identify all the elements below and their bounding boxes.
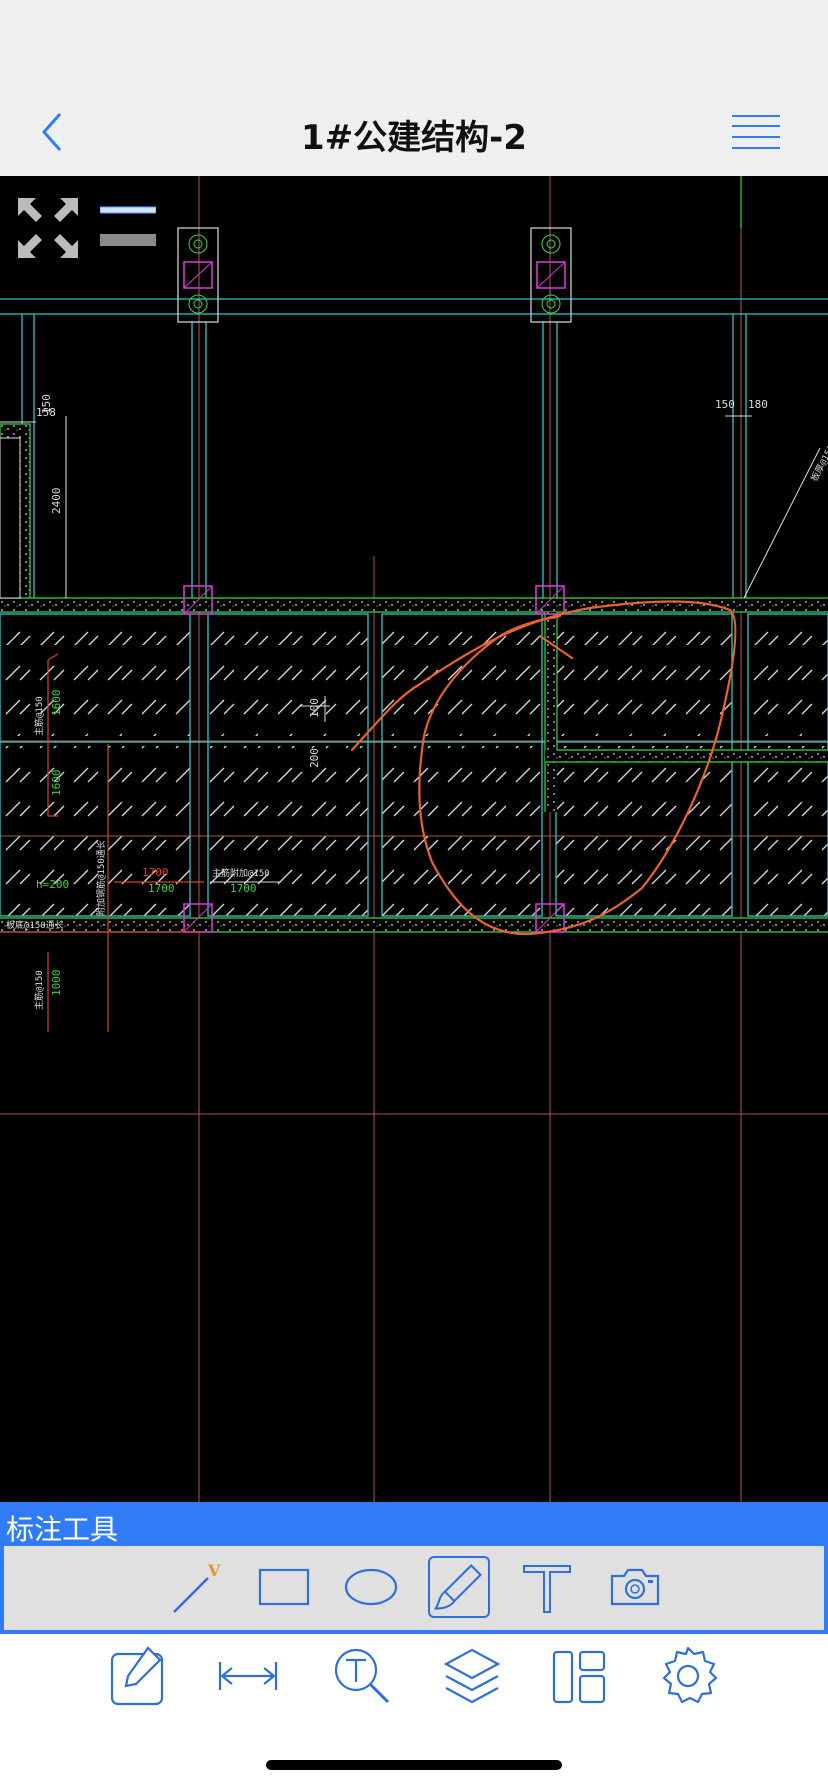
measure-icon — [218, 1662, 278, 1690]
layers-button[interactable] — [440, 1644, 504, 1708]
fit-screen-button[interactable] — [16, 196, 80, 260]
measure-button[interactable] — [216, 1644, 280, 1708]
note-extra-bar: 附加钢筋@150通长 — [95, 840, 107, 916]
dim-200: 200 — [308, 748, 321, 768]
line-tool-button[interactable]: V — [168, 1556, 230, 1618]
note-slab-thickness: 板厚@150 — [808, 443, 828, 484]
dim-2400: 2400 — [50, 488, 63, 515]
hamburger-menu-icon — [732, 115, 780, 149]
dim-150-left: 150 — [40, 394, 53, 414]
dim-1600-b: 1600 — [50, 770, 63, 797]
chevron-left-icon — [41, 113, 62, 151]
settings-icon — [662, 1646, 718, 1704]
rectangle-tool-button[interactable] — [252, 1556, 314, 1618]
back-button[interactable] — [32, 106, 80, 158]
home-indicator — [266, 1760, 562, 1770]
camera-tool-button[interactable] — [604, 1556, 666, 1618]
ellipse-tool-button[interactable] — [340, 1556, 402, 1618]
dim-1700-a: 1700 — [148, 882, 175, 895]
note-main-bar-b: 主筋@150 — [33, 970, 45, 1010]
dim-100: 100 — [308, 698, 321, 718]
menu-button[interactable] — [730, 112, 782, 152]
settings-button[interactable] — [656, 1644, 720, 1708]
text-tool-button[interactable] — [516, 1556, 578, 1618]
annotation-tool-row: V — [4, 1546, 824, 1630]
line-weight-thin-icon — [99, 206, 157, 214]
camera-icon — [610, 1568, 660, 1606]
cad-drawing[interactable]: 158 150 2400 150 180 100 200 1600 1600 1… — [0, 176, 828, 1502]
line-tool-icon: V — [173, 1561, 221, 1613]
tool-panel-title: 标注工具 — [6, 1513, 119, 1546]
text-tool-icon — [523, 1565, 571, 1613]
thin-line-weight-button[interactable] — [99, 202, 157, 214]
dim-1700-red: 1700 — [142, 866, 169, 879]
line-weight-thick-icon — [100, 234, 156, 246]
dim-150-right: 150 — [715, 398, 735, 411]
dim-1600-a: 1600 — [50, 690, 63, 717]
text-search-icon — [334, 1648, 390, 1704]
thick-line-weight-button[interactable] — [100, 234, 156, 248]
layout-button[interactable] — [548, 1644, 612, 1708]
layout-icon — [552, 1650, 606, 1704]
slab-panels — [0, 614, 828, 916]
layers-icon — [443, 1648, 501, 1704]
note-main-extra: 主筋附加@150 — [212, 867, 270, 879]
dim-180: 180 — [748, 398, 768, 411]
expand-arrows-icon — [18, 198, 78, 258]
note-bottom-bar: 板底@150通长 — [6, 919, 64, 931]
navigation-bar: 1#公建结构-2 — [0, 88, 828, 177]
page-title: 1#公建结构-2 — [301, 118, 527, 158]
dim-h200: h=200 — [36, 878, 69, 891]
line-tool-badge: V — [207, 1561, 221, 1580]
status-bar — [0, 0, 828, 88]
dim-1700-b: 1700 — [230, 882, 257, 895]
ellipse-tool-icon — [344, 1568, 398, 1606]
edit-icon — [110, 1646, 164, 1706]
annotation-tool-panel: 标注工具 V — [0, 1502, 828, 1634]
note-main-bar-a: 主筋@150 — [33, 696, 45, 736]
rectangle-tool-icon — [258, 1568, 310, 1606]
edit-button[interactable] — [106, 1644, 170, 1708]
dim-1000: 1000 — [50, 970, 63, 997]
pen-tool-icon — [433, 1564, 482, 1610]
drawing-canvas[interactable]: 158 150 2400 150 180 100 200 1600 1600 1… — [0, 176, 828, 1502]
pen-tool-button[interactable] — [428, 1556, 490, 1618]
text-search-button[interactable] — [330, 1644, 394, 1708]
